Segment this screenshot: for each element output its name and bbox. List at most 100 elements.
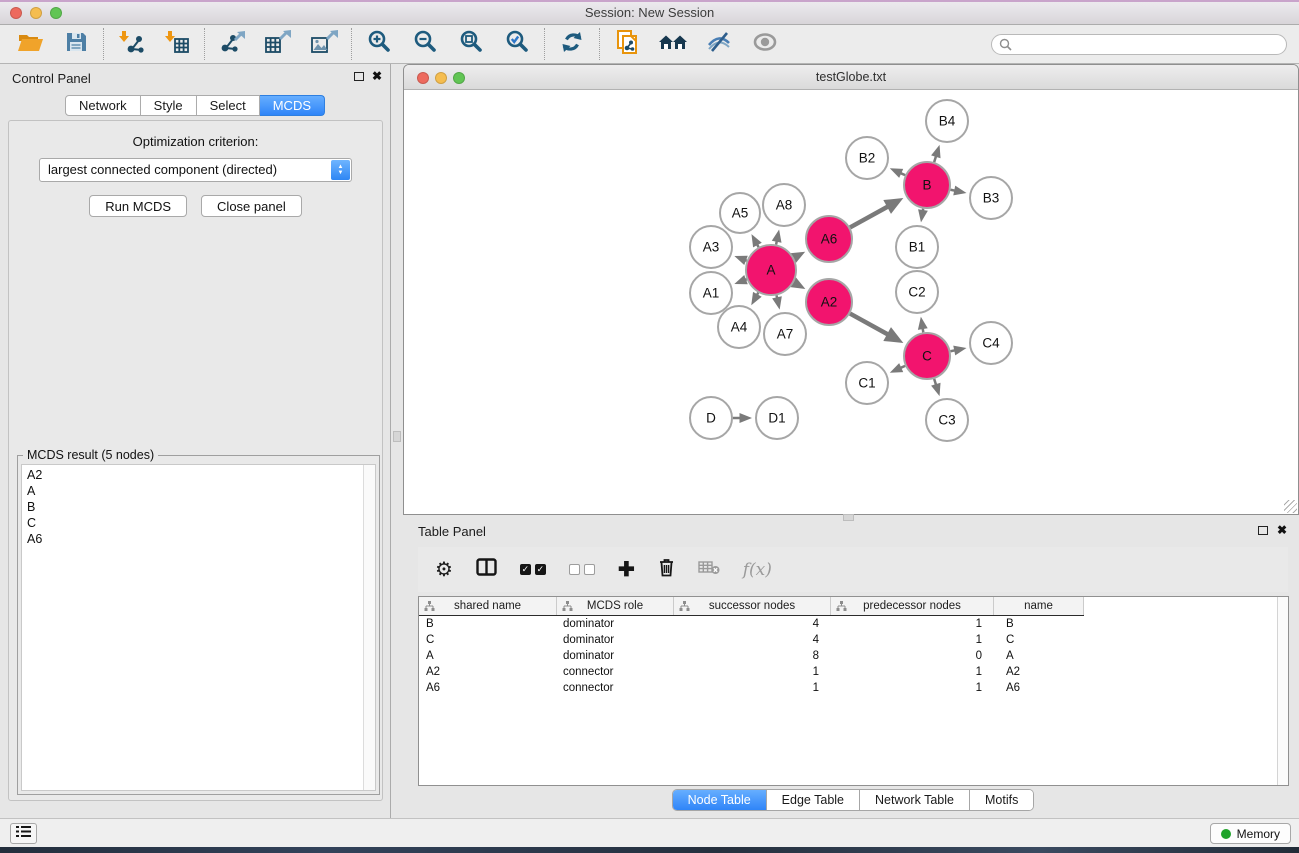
run-mcds-button[interactable]: Run MCDS: [89, 195, 187, 217]
show-graphics-details-button[interactable]: [747, 28, 783, 60]
task-history-button[interactable]: [10, 823, 37, 844]
zoom-window-button[interactable]: [50, 7, 62, 19]
vertical-splitter-grip[interactable]: [393, 431, 401, 442]
memory-button[interactable]: Memory: [1210, 823, 1291, 844]
table-cell: dominator: [557, 650, 674, 662]
tab-node-table[interactable]: Node Table: [673, 790, 767, 810]
criterion-select[interactable]: largest connected component (directed) ▲…: [39, 158, 352, 182]
result-scrollbar[interactable]: [363, 465, 375, 790]
table-cell: A6: [994, 682, 1084, 694]
select-all-columns-button[interactable]: ✓✓: [520, 564, 546, 575]
zoom-fit-button[interactable]: [453, 28, 489, 60]
mcds-tab-content: Optimization criterion: largest connecte…: [8, 120, 383, 801]
table-scrollbar[interactable]: [1277, 597, 1288, 785]
function-builder-button[interactable]: f(x): [743, 560, 772, 580]
result-item[interactable]: A2: [27, 467, 370, 483]
close-window-button[interactable]: [10, 7, 22, 19]
control-panel-tabs: NetworkStyleSelectMCDS: [65, 95, 325, 116]
table-cell: B: [994, 618, 1084, 630]
add-column-button[interactable]: ✚: [618, 560, 635, 580]
search-input[interactable]: [991, 34, 1287, 55]
search-icon: [999, 38, 1012, 56]
node-table: shared nameMCDS rolesuccessor nodesprede…: [418, 596, 1289, 786]
graph-edge[interactable]: [850, 314, 889, 335]
resize-handle-icon[interactable]: [1284, 500, 1297, 513]
graph-edge[interactable]: [850, 206, 889, 227]
import-table-button[interactable]: [159, 28, 195, 60]
edge-arrowhead-icon: [734, 256, 747, 265]
column-header-MCDS-role[interactable]: MCDS role: [557, 597, 674, 615]
tab-motifs[interactable]: Motifs: [970, 790, 1033, 810]
table-settings-button[interactable]: ⚙: [435, 560, 453, 580]
column-layout-button[interactable]: [476, 558, 497, 581]
tab-network-table[interactable]: Network Table: [860, 790, 970, 810]
column-header-name[interactable]: name: [994, 597, 1084, 615]
network-window-title: testGlobe.txt: [404, 65, 1298, 89]
delete-column-button[interactable]: [658, 558, 675, 582]
table-cell: A: [419, 650, 557, 662]
column-header-predecessor-nodes[interactable]: predecessor nodes: [831, 597, 994, 615]
export-network-button[interactable]: [214, 28, 250, 60]
edge-arrowhead-icon: [772, 296, 782, 309]
node-label: C2: [908, 285, 925, 300]
tab-edge-table[interactable]: Edge Table: [767, 790, 860, 810]
optimization-criterion-label: Optimization criterion:: [9, 134, 382, 149]
zoom-selected-button[interactable]: [499, 28, 535, 60]
edge-arrowhead-icon: [772, 230, 782, 243]
table-row[interactable]: Adominator80A: [419, 648, 1288, 664]
table-row[interactable]: A6connector11A6: [419, 680, 1288, 696]
houses-icon: [658, 31, 688, 58]
table-cell: A2: [419, 666, 557, 678]
float-table-panel-icon[interactable]: [1258, 526, 1268, 535]
close-panel-button[interactable]: Close panel: [201, 195, 302, 217]
table-row[interactable]: Cdominator41C: [419, 632, 1288, 648]
node-label: B: [922, 178, 931, 193]
tab-network[interactable]: Network: [65, 95, 141, 116]
edge-arrowhead-icon: [953, 346, 966, 356]
table-row[interactable]: A2connector11A2: [419, 664, 1288, 680]
float-panel-icon[interactable]: [354, 72, 364, 81]
hide-graphics-details-button[interactable]: [701, 28, 737, 60]
apply-layout-button[interactable]: [554, 28, 590, 60]
result-item[interactable]: C: [27, 515, 370, 531]
result-item[interactable]: B: [27, 499, 370, 515]
save-session-button[interactable]: [58, 28, 94, 60]
network-from-selection-button[interactable]: [609, 28, 645, 60]
network-canvas[interactable]: AA1A2A3A4A5A6A7A8BB1B2B3B4CC1C2C3C4DD1: [404, 90, 1298, 514]
column-header-shared-name[interactable]: shared name: [419, 597, 557, 615]
table-cell: A6: [419, 682, 557, 694]
network-zoom-button[interactable]: [453, 72, 465, 84]
checked-box-icon: ✓: [520, 564, 531, 575]
network-minimize-button[interactable]: [435, 72, 447, 84]
close-panel-icon[interactable]: ✖: [372, 71, 382, 81]
node-label: A5: [732, 206, 749, 221]
control-panel-title: Control Panel: [12, 71, 91, 86]
export-table-button[interactable]: [260, 28, 296, 60]
tab-mcds[interactable]: MCDS: [260, 95, 325, 116]
delete-table-button[interactable]: [698, 560, 720, 580]
table-header: shared nameMCDS rolesuccessor nodesprede…: [419, 597, 1084, 616]
refresh-icon: [560, 30, 584, 59]
network-close-button[interactable]: [417, 72, 429, 84]
attribute-tree-icon: [562, 601, 573, 614]
zoom-out-button[interactable]: [407, 28, 443, 60]
import-network-button[interactable]: [113, 28, 149, 60]
table-cell: connector: [557, 682, 674, 694]
column-header-successor-nodes[interactable]: successor nodes: [674, 597, 831, 615]
tab-select[interactable]: Select: [197, 95, 260, 116]
result-item[interactable]: A: [27, 483, 370, 499]
node-label: C: [922, 349, 932, 364]
table-row[interactable]: Bdominator41B: [419, 616, 1288, 632]
tab-style[interactable]: Style: [141, 95, 197, 116]
result-item[interactable]: A6: [27, 531, 370, 547]
export-image-button[interactable]: [306, 28, 342, 60]
horizontal-splitter-grip[interactable]: [843, 514, 854, 521]
show-network-overview-button[interactable]: [655, 28, 691, 60]
minimize-window-button[interactable]: [30, 7, 42, 19]
close-table-panel-icon[interactable]: ✖: [1277, 525, 1287, 535]
deselect-all-columns-button[interactable]: [569, 564, 595, 575]
open-session-button[interactable]: [12, 28, 48, 60]
unchecked-box-icon: [584, 564, 595, 575]
zoom-in-button[interactable]: [361, 28, 397, 60]
attribute-tree-icon: [836, 601, 847, 614]
